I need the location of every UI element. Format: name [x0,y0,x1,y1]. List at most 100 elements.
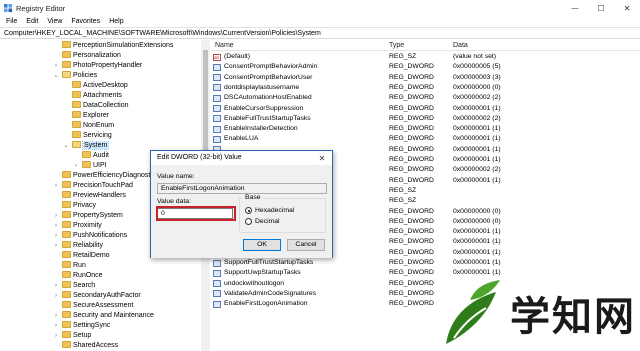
tree-item[interactable]: PowerEfficiencyDiagnostic [62,170,155,181]
cancel-button[interactable]: Cancel [287,239,325,251]
expand-icon[interactable]: › [73,161,79,171]
expand-icon[interactable]: › [53,281,59,291]
tree-item[interactable]: PerceptionSimulationExtensions [62,40,173,51]
minimize-button[interactable]: — [562,0,588,16]
expand-icon[interactable]: › [53,291,59,301]
collapse-icon[interactable]: ⌄ [53,71,59,81]
folder-icon [62,180,71,188]
registry-editor-window: Registry Editor — ☐ ✕ File Edit View Fav… [0,0,640,351]
list-item[interactable]: DSCAutomationHostEnabled REG_DWORD 0x00000… [211,93,640,103]
value-type: REG_DWORD [389,238,434,246]
tree-item[interactable]: RunOnce [62,270,103,281]
tree-item-label: Search [73,282,96,289]
tree-item-label: Personalization [73,52,121,59]
tree-item[interactable]: › Reliability [55,240,103,251]
value-type: REG_DWORD [389,289,434,297]
ok-button[interactable]: OK [243,239,281,251]
dword-value-icon [213,125,221,133]
tree-item[interactable]: Personalization [62,50,121,61]
list-item[interactable]: EnableLUA REG_DWORD 0x00000001 (1) [211,134,640,144]
tree-item[interactable]: › PushNotifications [55,230,127,241]
list-item[interactable]: dontdisplaylastusername REG_DWORD 0x000000… [211,83,640,93]
menu-help[interactable]: Help [109,18,123,25]
tree-item[interactable]: Run [62,260,86,271]
tree-item[interactable]: ActiveDesktop [72,80,128,91]
tree-item[interactable]: Privacy [62,200,96,211]
tree-item-label: Run [73,262,86,269]
menu-file[interactable]: File [6,18,17,25]
tree-item[interactable]: › Proximity [55,220,102,231]
value-name: dontdisplaylastusername [224,83,300,91]
expand-icon[interactable]: › [53,321,59,331]
tree-item[interactable]: › Search [55,280,96,291]
expand-icon[interactable]: › [53,181,59,191]
value-type: REG_DWORD [389,248,434,256]
menu-view[interactable]: View [47,18,62,25]
value-data: 0x00000001 (1) [453,145,501,153]
column-type-header[interactable]: Type [389,42,404,49]
tree-item[interactable]: NonEnum [72,120,114,131]
expand-icon[interactable]: › [53,231,59,241]
expand-icon[interactable]: › [53,221,59,231]
tree-item[interactable]: › PhotoPropertyHandler [55,60,142,71]
value-data: 0x00000002 (2) [453,114,501,122]
tree-item[interactable]: › Security and Maintenance [55,310,154,321]
menu-favorites[interactable]: Favorites [71,18,100,25]
folder-icon [72,140,81,148]
tree-item[interactable]: Audit [82,150,109,161]
tree-item-label: SharedAccess [73,342,119,349]
value-name: SupportFullTrustStartupTasks [224,259,314,266]
tree-item[interactable]: › SecondaryAuthFactor [55,290,141,301]
close-button[interactable]: ✕ [614,0,640,16]
tree-item[interactable]: SharedAccess [62,340,119,351]
dword-value-icon [213,280,221,288]
dialog-body: Value name: EnableFirstLogonAnimation Va… [151,165,332,258]
list-item[interactable]: (Default) REG_SZ (value not set) [211,52,640,63]
column-name-header[interactable]: Name [215,42,234,49]
tree-item[interactable]: ⌄ Policies [53,70,97,81]
value-type: REG_DWORD [389,135,434,143]
tree-item[interactable]: ⌄ System [63,140,110,151]
tree-item[interactable]: DataCollection [72,100,129,111]
list-item[interactable]: EnableFullTrustStartupTasks REG_DWORD 0x00… [211,114,640,124]
tree-item[interactable]: Attachments [72,90,122,101]
tree-item[interactable]: › SettingSync [55,320,110,331]
tree-item[interactable]: › PropertySystem [55,210,123,221]
folder-icon [62,340,71,348]
tree-item-label: Setup [73,332,92,339]
list-item[interactable]: SupportFullTrustStartupTasks REG_DWORD 0x0… [211,258,640,268]
address-bar[interactable]: Computer\HKEY_LOCAL_MACHINE\SOFTWARE\Mic… [0,27,640,39]
base-label: Base [243,194,263,201]
menu-edit[interactable]: Edit [26,18,38,25]
folder-icon [82,160,91,168]
dword-value-icon [213,105,221,112]
tree-item[interactable]: PreviewHandlers [62,190,126,201]
value-name-field[interactable]: EnableFirstLogonAnimation [157,183,327,194]
column-data-header[interactable]: Data [453,42,468,49]
list-item[interactable]: EnableInstallerDetection REG_DWORD 0x00000… [211,124,640,134]
expand-icon[interactable]: › [53,311,59,321]
collapse-icon[interactable]: ⌄ [63,141,69,151]
expand-icon[interactable]: › [53,61,59,71]
tree-item[interactable]: Explorer [72,110,109,121]
dialog-close-button[interactable]: ✕ [314,151,330,165]
expand-icon[interactable]: › [53,331,59,341]
list-item[interactable]: ConsentPromptBehaviorUser REG_DWORD 0x0000… [211,73,640,83]
tree-item[interactable]: Servicing [72,130,112,141]
maximize-button[interactable]: ☐ [588,0,614,16]
value-data: (value not set) [453,53,497,60]
value-type: REG_SZ [389,197,417,205]
tree-item[interactable]: › UIPI [75,160,107,171]
expand-icon[interactable]: › [53,211,59,221]
tree-item[interactable]: SecureAssessment [62,300,133,311]
expand-icon[interactable]: › [53,241,59,251]
list-item[interactable]: EnableCursorSuppression REG_DWORD 0x000000… [211,104,640,114]
value-type: REG_DWORD [389,73,434,81]
tree-item[interactable]: › Setup [55,330,92,341]
value-type: REG_DWORD [389,94,434,102]
list-item[interactable]: ConsentPromptBehaviorAdmin REG_DWORD 0x000… [211,62,640,72]
tree-item[interactable]: › PrecisionTouchPad [55,180,133,191]
tree-item[interactable]: RetailDemo [62,250,110,261]
value-type: REG_DWORD [389,145,434,153]
value-type: REG_DWORD [389,166,434,174]
